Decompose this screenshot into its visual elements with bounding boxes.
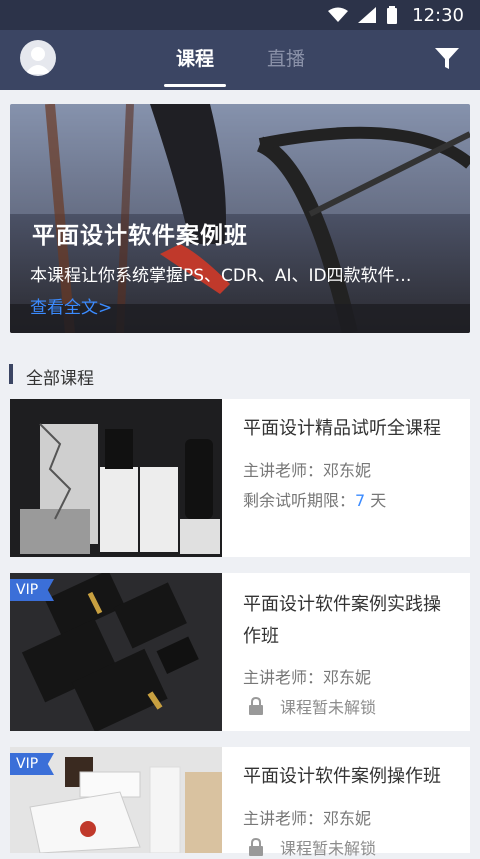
status-bar: 12:30	[0, 0, 480, 30]
avatar[interactable]	[20, 40, 56, 76]
course-teacher: 主讲老师：邓东妮	[243, 461, 372, 480]
trial-period: 剩余试听期限：7 天	[243, 487, 386, 511]
course-lock-status: 课程暂未解锁	[248, 694, 376, 718]
read-more-link[interactable]: 查看全文>	[30, 293, 112, 318]
battery-icon	[387, 6, 398, 24]
app-bar: 课程 直播	[0, 30, 480, 90]
hero-description: 本课程让你系统掌握PS、CDR、AI、ID四款软件…	[30, 266, 412, 286]
course-lock-status: 课程暂未解锁	[248, 835, 376, 859]
signal-icon	[358, 7, 377, 23]
course-thumbnail	[10, 399, 222, 557]
course-card[interactable]: VIP 平面设计软件案例操作班 主讲老师：邓东妮 课程暂未解锁	[10, 747, 470, 858]
course-title: 平面设计精品试听全课程	[243, 418, 441, 439]
course-teacher: 主讲老师：邓东妮	[243, 809, 372, 828]
status-time: 12:30	[412, 4, 464, 26]
course-title-line: 作班	[243, 626, 279, 647]
tab-courses[interactable]: 课程	[176, 44, 214, 71]
vip-badge: VIP	[10, 753, 54, 775]
tab-live[interactable]: 直播	[267, 44, 305, 71]
lock-status-text: 课程暂未解锁	[280, 698, 377, 717]
course-title: 平面设计软件案例操作班	[243, 766, 441, 787]
lock-status-text: 课程暂未解锁	[280, 839, 377, 858]
lock-icon	[249, 697, 263, 715]
trial-unit: 天	[365, 491, 387, 510]
wifi-icon	[328, 7, 349, 22]
hero-banner[interactable]: 平面设计软件案例班 本课程让你系统掌握PS、CDR、AI、ID四款软件… 查看全…	[10, 104, 470, 333]
course-card[interactable]: VIP 平面设计软件案例实践操 作班 主讲老师：邓东妮 课程暂未解锁	[10, 573, 470, 731]
trial-days: 7	[355, 491, 366, 510]
filter-icon[interactable]	[434, 46, 460, 72]
course-title-line: 平面设计软件案例实践操	[243, 594, 441, 615]
tab-active-indicator	[164, 84, 226, 87]
hero-title: 平面设计软件案例班	[32, 223, 248, 249]
user-icon	[25, 47, 51, 74]
trial-label: 剩余试听期限：	[243, 491, 356, 510]
section-title: 全部课程	[26, 369, 94, 389]
course-card[interactable]: 平面设计精品试听全课程 主讲老师：邓东妮 剩余试听期限：7 天	[10, 399, 470, 557]
vip-badge: VIP	[10, 579, 54, 601]
lock-icon	[249, 838, 263, 856]
course-teacher: 主讲老师：邓东妮	[243, 668, 372, 687]
section-marker	[9, 364, 13, 384]
course-title: 平面设计软件案例实践操 作班	[243, 589, 441, 653]
